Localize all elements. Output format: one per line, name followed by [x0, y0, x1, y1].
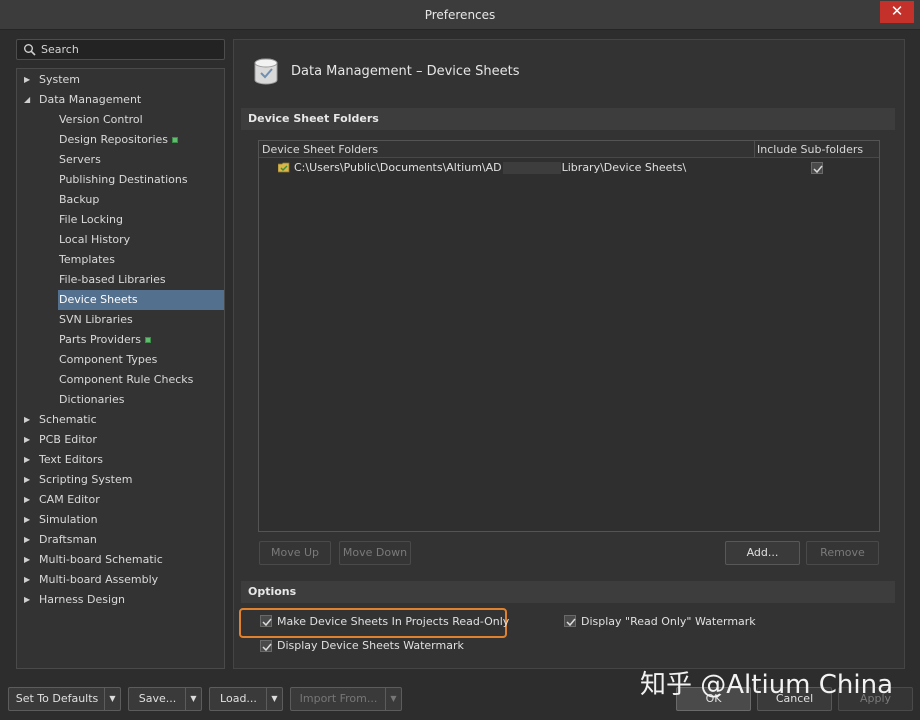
tree-item-publishing-destinations[interactable]: Publishing Destinations — [58, 170, 224, 190]
redacted-segment — [502, 162, 561, 174]
folder-path: C:\Users\Public\Documents\Altium\AD Libra… — [294, 159, 686, 177]
move-up-button[interactable]: Move Up — [259, 541, 331, 565]
sheets-watermark-label: Display Device Sheets Watermark — [277, 639, 464, 652]
tree-item-templates[interactable]: Templates — [58, 250, 224, 270]
watermark-text: 知乎 @Altium China — [640, 670, 894, 700]
save-button[interactable]: Save... ▼ — [128, 687, 202, 711]
sheets-watermark-checkbox[interactable] — [260, 640, 272, 652]
collapse-arrow-icon[interactable]: ◢ — [24, 90, 34, 110]
table-row[interactable]: C:\Users\Public\Documents\Altium\AD Libra… — [259, 159, 879, 177]
search-input[interactable]: Search — [16, 39, 225, 60]
tree-item-system[interactable]: System — [39, 70, 80, 90]
expand-arrow-icon[interactable]: ▶ — [24, 510, 34, 530]
search-placeholder: Search — [41, 43, 79, 56]
tree-item-version-control[interactable]: Version Control — [58, 110, 224, 130]
remove-button[interactable]: Remove — [806, 541, 879, 565]
tree-item-dictionaries[interactable]: Dictionaries — [58, 390, 224, 410]
tree-item-design-repositories[interactable]: Design Repositories — [58, 130, 224, 150]
tree-item-file-locking[interactable]: File Locking — [58, 210, 224, 230]
add-button[interactable]: Add... — [725, 541, 800, 565]
expand-arrow-icon[interactable]: ▶ — [24, 70, 34, 90]
read-only-watermark-label: Display "Read Only" Watermark — [581, 615, 756, 628]
checkmark-icon — [566, 618, 576, 627]
device-sheet-folders-table[interactable]: Device Sheet Folders Include Sub-folders… — [258, 140, 880, 532]
page-title: Data Management – Device Sheets — [291, 64, 520, 79]
tree-item-label: Parts Providers — [59, 333, 141, 346]
tree-item-pcb-editor[interactable]: PCB Editor — [39, 430, 97, 450]
move-down-button[interactable]: Move Down — [339, 541, 411, 565]
checkmark-icon — [262, 643, 272, 652]
include-subfolders-checkbox[interactable] — [811, 162, 823, 174]
expand-arrow-icon[interactable]: ▶ — [24, 590, 34, 610]
tree-item-text-editors[interactable]: Text Editors — [39, 450, 103, 470]
import-from-label: Import From... — [299, 692, 378, 705]
import-from-button[interactable]: Import From... ▼ — [290, 687, 402, 711]
tree-item-draftsman[interactable]: Draftsman — [39, 530, 97, 550]
column-header-folders[interactable]: Device Sheet Folders — [259, 141, 755, 158]
expand-arrow-icon[interactable]: ▶ — [24, 430, 34, 450]
preferences-tree[interactable]: ▶ System ◢ Data Management Version Contr… — [16, 68, 225, 669]
dropdown-arrow-icon[interactable]: ▼ — [185, 688, 201, 710]
expand-arrow-icon[interactable]: ▶ — [24, 550, 34, 570]
search-icon — [24, 44, 36, 56]
dropdown-arrow-icon[interactable]: ▼ — [385, 688, 401, 710]
section-header-options: Options — [241, 581, 895, 603]
tree-item-component-types[interactable]: Component Types — [58, 350, 224, 370]
section-header-device-sheet-folders: Device Sheet Folders — [241, 108, 895, 130]
expand-arrow-icon[interactable]: ▶ — [24, 410, 34, 430]
close-button[interactable]: ✕ — [880, 1, 914, 23]
expand-arrow-icon[interactable]: ▶ — [24, 570, 34, 590]
column-header-include-subfolders[interactable]: Include Sub-folders — [755, 141, 879, 158]
folder-path-start: C:\Users\Public\Documents\Altium\AD — [294, 161, 502, 174]
read-only-label: Make Device Sheets In Projects Read-Only — [277, 615, 510, 628]
tree-item-multi-board-schematic[interactable]: Multi-board Schematic — [39, 550, 163, 570]
status-badge-icon — [172, 137, 179, 143]
tree-item-harness-design[interactable]: Harness Design — [39, 590, 125, 610]
tree-item-local-history[interactable]: Local History — [58, 230, 224, 250]
expand-arrow-icon[interactable]: ▶ — [24, 530, 34, 550]
folder-path-end: Library\Device Sheets\ — [561, 161, 687, 174]
database-icon — [254, 58, 278, 85]
expand-arrow-icon[interactable]: ▶ — [24, 490, 34, 510]
read-only-checkbox[interactable] — [260, 615, 272, 627]
tree-item-simulation[interactable]: Simulation — [39, 510, 98, 530]
tree-item-file-based-libraries[interactable]: File-based Libraries — [58, 270, 224, 290]
tree-item-schematic[interactable]: Schematic — [39, 410, 97, 430]
tree-item-servers[interactable]: Servers — [58, 150, 224, 170]
load-label: Load... — [220, 692, 257, 705]
folder-icon — [278, 162, 290, 173]
tree-item-backup[interactable]: Backup — [58, 190, 224, 210]
dropdown-arrow-icon[interactable]: ▼ — [266, 688, 282, 710]
read-only-watermark-checkbox[interactable] — [564, 615, 576, 627]
expand-arrow-icon[interactable]: ▶ — [24, 450, 34, 470]
window-title: Preferences — [424, 8, 496, 22]
set-to-defaults-label: Set To Defaults — [15, 692, 99, 705]
expand-arrow-icon[interactable]: ▶ — [24, 470, 34, 490]
tree-item-parts-providers[interactable]: Parts Providers — [58, 330, 224, 350]
tree-item-cam-editor[interactable]: CAM Editor — [39, 490, 100, 510]
tree-item-data-management[interactable]: Data Management — [39, 90, 141, 110]
tree-item-label: Design Repositories — [59, 133, 169, 146]
tree-item-multi-board-assembly[interactable]: Multi-board Assembly — [39, 570, 158, 590]
title-bar: Preferences ✕ — [0, 0, 920, 30]
set-to-defaults-button[interactable]: Set To Defaults ▼ — [8, 687, 121, 711]
dropdown-arrow-icon[interactable]: ▼ — [104, 688, 120, 710]
tree-item-component-rule-checks[interactable]: Component Rule Checks — [58, 370, 224, 390]
load-button[interactable]: Load... ▼ — [209, 687, 283, 711]
tree-item-svn-libraries[interactable]: SVN Libraries — [58, 310, 224, 330]
status-badge-icon — [144, 337, 151, 343]
checkmark-icon — [262, 618, 272, 627]
tree-item-scripting-system[interactable]: Scripting System — [39, 470, 132, 490]
checkmark-icon — [813, 165, 823, 174]
save-label: Save... — [138, 692, 177, 705]
tree-item-device-sheets[interactable]: Device Sheets — [58, 290, 224, 310]
